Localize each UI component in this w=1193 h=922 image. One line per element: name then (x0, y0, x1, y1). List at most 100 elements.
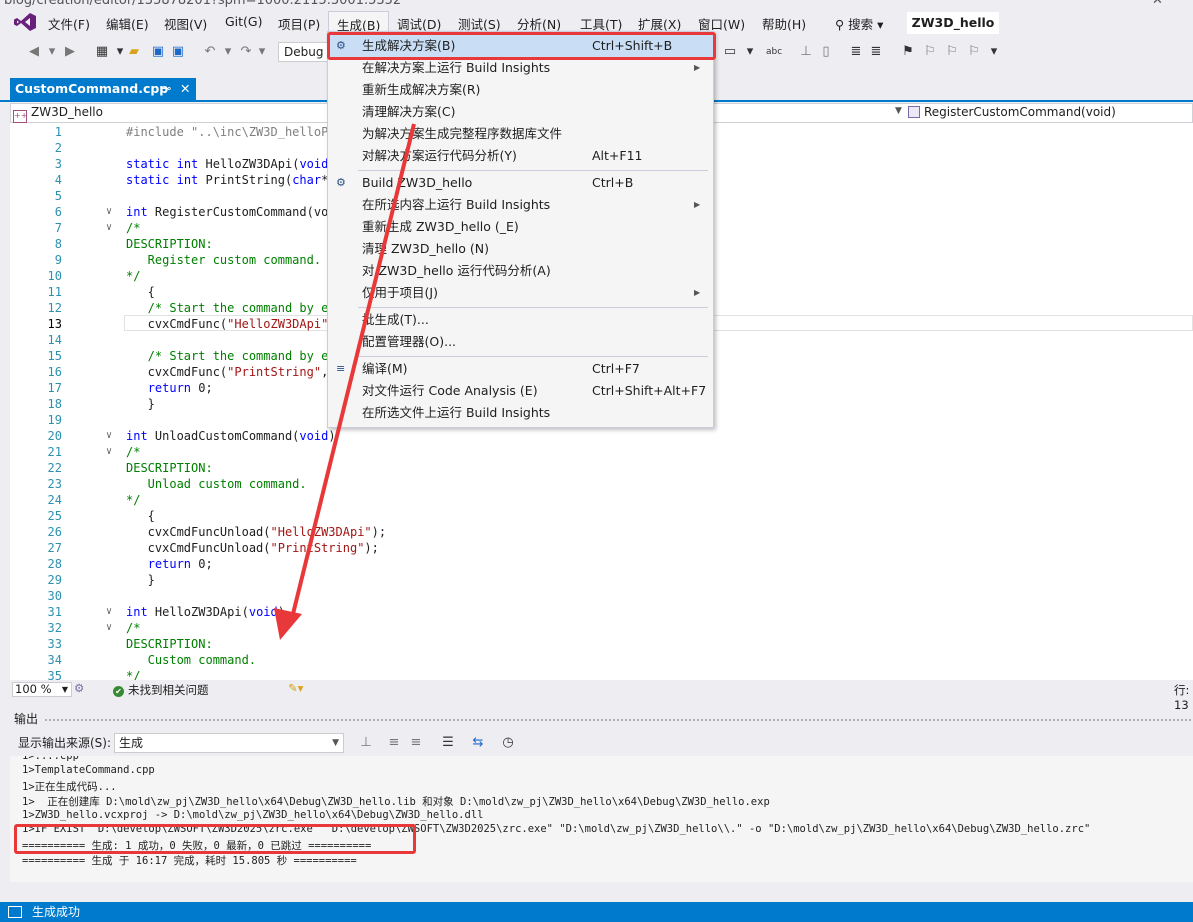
cleanup-brush-icon[interactable]: ✎▾ (288, 681, 303, 695)
line-number: 4 (54, 173, 62, 187)
menu-item-build-project[interactable]: ⚙ Build ZW3D_hello Ctrl+B (328, 172, 713, 194)
line-number: 13 (47, 317, 62, 331)
fold-toggle-icon[interactable]: ∨ (106, 444, 112, 460)
uncomment-icon[interactable]: ▯ (818, 44, 834, 60)
zoom-select[interactable]: 100 % ▼ (12, 682, 72, 697)
chevron-down-icon[interactable]: ▾ (986, 44, 1002, 60)
menu-item-compile[interactable]: ≡ 编译(M) Ctrl+F7 (328, 358, 713, 380)
menu-git[interactable]: Git(G) (225, 14, 263, 29)
menu-file[interactable]: 文件(F) (48, 14, 90, 33)
solution-configuration-select[interactable]: Debug (278, 42, 330, 62)
menu-item-rebuild-solution[interactable]: 重新生成解决方案(R) (328, 79, 713, 101)
clear-all-icon[interactable]: ☰ (440, 735, 456, 751)
menu-item-shortcut: Alt+F11 (592, 148, 643, 163)
status-bar: 生成成功 (0, 902, 1193, 922)
open-folder-icon[interactable]: ▰ (126, 44, 142, 60)
menu-item-build-insights-solution[interactable]: 在解决方案上运行 Build Insights ▶ (328, 57, 713, 79)
save-icon[interactable]: ▣ (150, 44, 166, 60)
line-number: 20 (47, 429, 62, 443)
search-box[interactable]: ⚲ 搜索 ▾ (835, 14, 883, 33)
code-text: } (126, 397, 155, 411)
member-label: RegisterCustomCommand(void) (924, 105, 1116, 119)
menu-item-full-pdb[interactable]: 为解决方案生成完整程序数据库文件 (328, 123, 713, 145)
next-bookmark-icon[interactable]: ⚐ (944, 44, 960, 60)
menu-item-project-only[interactable]: 仅用于项目(J) ▶ (328, 282, 713, 304)
menu-item-label: 为解决方案生成完整程序数据库文件 (362, 126, 563, 141)
menu-item-clean-project[interactable]: 清理 ZW3D_hello (N) (328, 238, 713, 260)
panel-grip[interactable] (44, 718, 1193, 722)
menu-project[interactable]: 项目(P) (278, 14, 320, 33)
indent-icon[interactable]: ≣ (848, 44, 864, 60)
fold-toggle-icon[interactable]: ∨ (106, 620, 112, 636)
build-menu-dropdown: ⚙ 生成解决方案(B) Ctrl+Shift+B 在解决方案上运行 Build … (327, 31, 714, 428)
member-dropdown[interactable]: RegisterCustomCommand(void) (904, 105, 1116, 119)
project-scope-dropdown[interactable]: ++ ZW3D_hello (13, 105, 103, 123)
menu-item-build-insights-file[interactable]: 在所选文件上运行 Build Insights (328, 402, 713, 424)
menu-item-code-analysis-file[interactable]: 对文件运行 Code Analysis (E) Ctrl+Shift+Alt+F… (328, 380, 713, 402)
menu-item-clean-solution[interactable]: 清理解决方案(C) (328, 101, 713, 123)
fold-toggle-icon[interactable]: ∨ (106, 604, 112, 620)
fold-toggle-icon[interactable]: ∨ (106, 428, 112, 444)
menu-item-rebuild-project[interactable]: 重新生成 ZW3D_hello (_E) (328, 216, 713, 238)
menu-item-code-analysis-project[interactable]: 对 ZW3D_hello 运行代码分析(A) (328, 260, 713, 282)
chevron-down-icon[interactable]: ▼ (895, 106, 902, 116)
close-icon[interactable]: ✕ (180, 78, 190, 100)
tab-customcommand-cpp[interactable]: CustomCommand.cpp ⊸ ✕ (10, 78, 196, 100)
line-number: 10 (47, 269, 62, 283)
output-source-select[interactable]: 生成 ▼ (114, 733, 344, 753)
menu-item-build-insights-selection[interactable]: 在所选内容上运行 Build Insights ▶ (328, 194, 713, 216)
copilot-icon[interactable]: ⚙ (74, 681, 84, 695)
find-message-icon[interactable]: ⊥ (358, 735, 374, 751)
navigate-back-icon[interactable]: ◀ (26, 44, 42, 60)
menu-item-batch-build[interactable]: 批生成(T)... (328, 309, 713, 331)
spell-check-icon[interactable]: abc (766, 44, 782, 60)
solution-name-badge[interactable]: ZW3D_hello (907, 12, 999, 34)
menu-item-configuration-manager[interactable]: 配置管理器(O)... (328, 331, 713, 353)
code-line: 23 Unload custom command. (10, 476, 1193, 492)
line-number: 21 (47, 445, 62, 459)
save-all-icon[interactable]: ▣ (170, 44, 186, 60)
bookmark-icon[interactable]: ⚑ (900, 44, 916, 60)
issues-status[interactable]: 未找到相关问题 (113, 682, 209, 698)
editor-status-bar: 100 %▼ ⚙ 未找到相关问题 ✎▾ 行: 13 (10, 680, 1193, 712)
line-number: 6 (54, 205, 62, 219)
menu-item-label: 在所选内容上运行 Build Insights (362, 197, 551, 212)
undo-icon[interactable]: ↶ (202, 44, 218, 60)
output-text[interactable]: 1>....cpp 1>TemplateCommand.cpp 1>正在生成代码… (10, 756, 1193, 882)
notification-icon[interactable] (8, 906, 22, 918)
fold-toggle-icon[interactable]: ∨ (106, 220, 112, 236)
code-text: cvxCmdFunc("HelloZW3DApi", (126, 317, 336, 331)
fold-toggle-icon[interactable]: ∨ (106, 204, 112, 220)
menu-edit[interactable]: 编辑(E) (106, 14, 149, 33)
timestamp-icon[interactable]: ◷ (500, 735, 516, 751)
layout-icon[interactable]: ▭ (722, 44, 738, 60)
prev-bookmark-icon[interactable]: ⚐ (922, 44, 938, 60)
comment-icon[interactable]: ⊥ (798, 44, 814, 60)
chevron-down-icon[interactable]: ▾ (742, 44, 758, 60)
navigate-forward-icon[interactable]: ▶ (62, 44, 78, 60)
chevron-down-icon[interactable]: ▾ (220, 44, 236, 60)
code-line: 28 return 0; (10, 556, 1193, 572)
chevron-down-icon[interactable]: ▾ (254, 44, 270, 60)
menu-view[interactable]: 视图(V) (164, 14, 207, 33)
code-text: /* (126, 445, 141, 459)
chevron-down-icon[interactable]: ▾ (44, 44, 60, 60)
word-wrap-icon[interactable]: ⇆ (470, 735, 486, 751)
clear-bookmarks-icon[interactable]: ⚐ (966, 44, 982, 60)
code-line: 35 */ (10, 668, 1193, 680)
menu-item-label: 重新生成 ZW3D_hello (_E) (362, 219, 519, 234)
code-text: /* Start the command by en (126, 301, 336, 315)
prev-message-icon[interactable]: ≡ (386, 735, 402, 751)
visual-studio-logo-icon[interactable] (14, 13, 36, 31)
menu-item-code-analysis-solution[interactable]: 对解决方案运行代码分析(Y) Alt+F11 (328, 145, 713, 167)
chevron-down-icon: ▼ (61, 685, 68, 694)
pin-icon[interactable]: ⊸ (162, 78, 171, 100)
new-project-icon[interactable]: ▦ (94, 44, 110, 60)
outdent-icon[interactable]: ≣ (868, 44, 884, 60)
menu-help[interactable]: 帮助(H) (762, 14, 806, 33)
redo-icon[interactable]: ↷ (238, 44, 254, 60)
code-text: return 0; (147, 557, 213, 571)
cpp-project-icon: ++ (13, 110, 27, 123)
browser-close-icon[interactable]: ✕ (1152, 0, 1163, 8)
next-message-icon[interactable]: ≡ (408, 735, 424, 751)
